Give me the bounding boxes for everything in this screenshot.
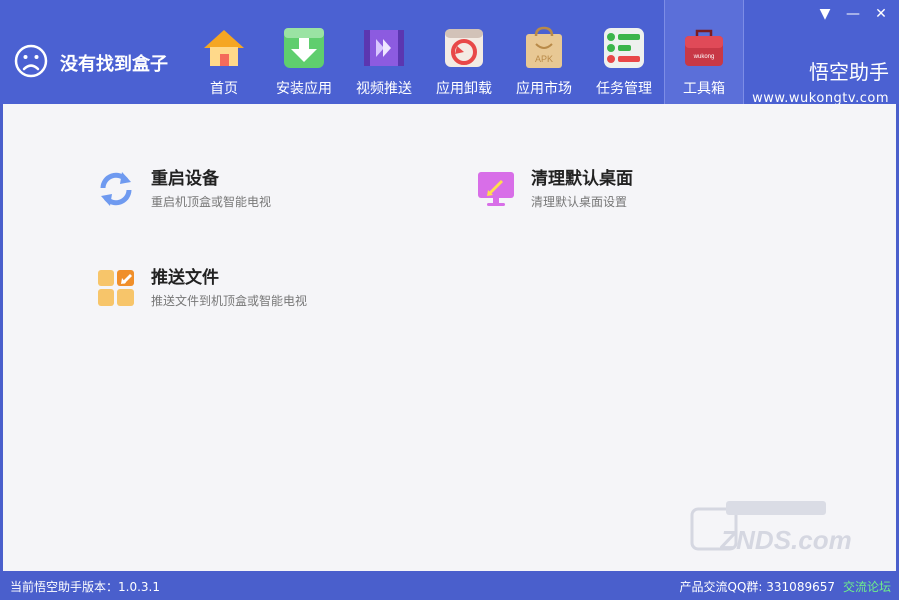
window-controls: ▼ — ✕	[817, 6, 889, 22]
close-icon[interactable]: ✕	[873, 6, 889, 22]
nav-item-video-push[interactable]: 视频推送	[344, 0, 424, 104]
qq-group-text: 产品交流QQ群: 331089657	[679, 580, 835, 594]
nav-item-market[interactable]: APK 应用市场	[504, 0, 584, 104]
nav-item-toolbox[interactable]: wukong 工具箱	[664, 0, 744, 104]
status-bar: 当前悟空助手版本：1.0.3.1 产品交流QQ群: 331089657 交流论坛	[0, 571, 899, 600]
video-push-icon	[364, 30, 404, 66]
app-uninstall-icon	[445, 29, 483, 67]
brand: 悟空助手 www.wukongtv.com	[752, 56, 889, 106]
sad-face-icon	[14, 44, 48, 78]
apk-market-bag-icon: APK	[526, 26, 562, 68]
menu-dropdown-icon[interactable]: ▼	[817, 6, 833, 22]
nav-item-uninstall[interactable]: 应用卸载	[424, 0, 504, 104]
tool-text: 清理默认桌面 清理默认桌面设置	[531, 162, 633, 210]
forum-link[interactable]: 交流论坛	[843, 578, 891, 595]
toolbox-panel: 重启设备 重启机顶盒或智能电视 清理默认桌面 清理默认桌面设置 推送文件 推送文…	[3, 104, 896, 571]
nav-item-task-manager[interactable]: 任务管理	[584, 0, 664, 104]
market-badge-text: APK	[535, 54, 553, 64]
nav-label-home: 首页	[210, 81, 238, 97]
tool-title: 重启设备	[151, 169, 219, 189]
desktop-monitor-icon	[478, 172, 514, 206]
nav-item-home[interactable]: 首页	[184, 0, 264, 104]
tool-title: 清理默认桌面	[531, 169, 633, 189]
watermark-text: ZNDS.com	[719, 525, 851, 555]
version-text: 当前悟空助手版本：1.0.3.1	[10, 580, 160, 594]
push-file-icon	[98, 270, 134, 306]
nav-label-toolbox: 工具箱	[683, 81, 725, 97]
tool-desc: 清理默认桌面设置	[531, 195, 628, 209]
nav-label-uninstall: 应用卸载	[436, 81, 492, 97]
main-nav: 首页 安装应用 视频推送 应用卸载 APK 应用市场 任务管理 wukong 工…	[184, 0, 744, 104]
app-window: ▼ — ✕ 没有找到盒子 首页 安装应用 视频推送 应用卸载 APK 应用市场 …	[0, 0, 899, 600]
toolbox-badge-text: wukong	[693, 54, 715, 60]
task-manager-icon	[604, 28, 644, 68]
znds-watermark: ZNDS.com	[690, 501, 852, 555]
tool-text: 重启设备 重启机顶盒或智能电视	[151, 162, 271, 210]
header-bar: ▼ — ✕ 没有找到盒子 首页 安装应用 视频推送 应用卸载 APK 应用市场 …	[0, 0, 899, 106]
tool-desc: 推送文件到机顶盒或智能电视	[151, 294, 308, 308]
restart-refresh-icon	[100, 172, 132, 206]
device-status-text[interactable]: 没有找到盒子	[60, 50, 168, 76]
nav-label-market: 应用市场	[516, 81, 572, 97]
home-icon	[204, 30, 244, 66]
brand-name: 悟空助手	[809, 60, 889, 84]
tool-clear-default-desktop[interactable]: 清理默认桌面 清理默认桌面设置	[475, 162, 633, 210]
toolbox-icon: wukong	[685, 29, 723, 66]
tool-title: 推送文件	[151, 268, 219, 288]
tool-text: 推送文件 推送文件到机顶盒或智能电视	[151, 261, 307, 309]
minimize-icon[interactable]: —	[845, 6, 861, 22]
install-download-icon	[284, 28, 324, 68]
nav-label-install: 安装应用	[276, 81, 332, 97]
nav-label-video-push: 视频推送	[356, 81, 412, 97]
tool-push-file[interactable]: 推送文件 推送文件到机顶盒或智能电视	[95, 261, 307, 309]
nav-item-install[interactable]: 安装应用	[264, 0, 344, 104]
tool-desc: 重启机顶盒或智能电视	[151, 195, 272, 209]
tool-restart-device[interactable]: 重启设备 重启机顶盒或智能电视	[95, 162, 271, 210]
nav-label-task-manager: 任务管理	[596, 81, 652, 97]
